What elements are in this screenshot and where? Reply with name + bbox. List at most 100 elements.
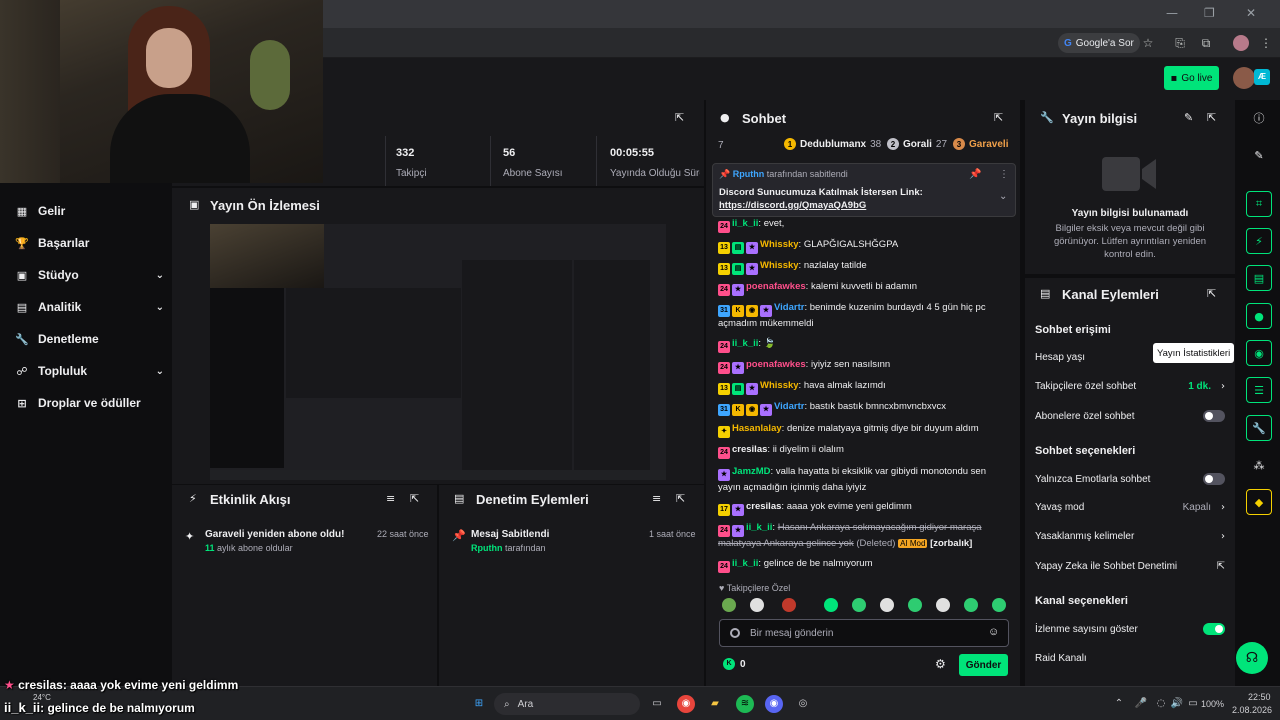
go-live-button[interactable]: ▪ Go live: [1164, 66, 1219, 90]
popout-icon[interactable]: ⇱: [1207, 287, 1216, 300]
emote-icon[interactable]: [880, 598, 894, 612]
emote-icon[interactable]: [824, 598, 838, 612]
rail-document-icon[interactable]: ▤: [1246, 265, 1272, 291]
show-viewers-toggle[interactable]: [1203, 623, 1225, 635]
more-options-icon[interactable]: ⋮: [999, 169, 1009, 180]
extensions-icon[interactable]: ⧉: [1198, 35, 1214, 51]
chat-username[interactable]: Whissky: [760, 380, 799, 391]
chevron-down-icon[interactable]: ⌄: [999, 191, 1007, 202]
leaderboard-entry[interactable]: 2 Gorali 27: [887, 138, 947, 150]
translate-icon[interactable]: ⎘: [1172, 35, 1188, 51]
popout-icon[interactable]: ⇱: [410, 492, 419, 505]
chat-message[interactable]: 13 ▤ ★ Whissky: GLAPĞIGALSHĞGPA: [718, 238, 1008, 254]
task-view-icon[interactable]: ▭: [648, 695, 666, 713]
user-avatar[interactable]: [1233, 67, 1255, 89]
chat-message[interactable]: 31 K ◉ ★ Vidartr: benimde kuzenim burdaydı 4…: [718, 301, 1008, 331]
emote-icon[interactable]: [782, 598, 796, 612]
chat-message[interactable]: 24 ★ ii_k_ii: Hasanı Ankaraya sokmayacağım…: [718, 521, 1008, 551]
sidebar-item-2[interactable]: ▣ Stüdyo ⌄: [14, 264, 164, 286]
rail-broadcast-icon[interactable]: ◉: [1246, 340, 1272, 366]
menu-dots-icon[interactable]: ⋮: [1258, 35, 1274, 51]
chat-message[interactable]: 24 ii_k_ii: evet,: [718, 217, 1008, 233]
edit-pencil-icon[interactable]: ✎: [1184, 111, 1193, 124]
channel-points-icon[interactable]: K: [723, 658, 735, 670]
chat-username[interactable]: Vidartr: [774, 302, 804, 313]
chat-username[interactable]: ii_k_ii: [746, 522, 772, 533]
stream-preview-video[interactable]: [210, 224, 666, 480]
chat-username[interactable]: ii_k_ii: [732, 558, 758, 569]
extension-badge-icon[interactable]: Æ: [1254, 69, 1270, 85]
settings-gear-icon[interactable]: ⚙: [935, 657, 946, 671]
spotify-icon[interactable]: ≋: [736, 695, 754, 713]
sidebar-item-1[interactable]: 🏆 Başarılar: [14, 232, 164, 254]
ai-moderation-row[interactable]: Yapay Zeka ile Sohbet Denetimi ⇱: [1035, 561, 1225, 572]
sidebar-item-6[interactable]: ⊞ Droplar ve ödüller: [14, 392, 164, 414]
emote-only-toggle[interactable]: [1203, 473, 1225, 485]
filter-icon[interactable]: ≡: [386, 492, 395, 505]
tray-chevron-icon[interactable]: ⌃: [1110, 695, 1128, 713]
chat-username[interactable]: poenafawkes: [746, 281, 806, 292]
followers-chat-row[interactable]: Takipçilere özel sohbet 1 dk. ›: [1035, 381, 1225, 392]
chat-input[interactable]: Bir mesaj gönderin ☺: [719, 619, 1009, 647]
help-headset-icon[interactable]: ☊: [1236, 642, 1268, 674]
maximize-button[interactable]: ❐: [1204, 6, 1215, 20]
emote-icon[interactable]: [722, 598, 736, 612]
emote-icon[interactable]: [750, 598, 764, 612]
chat-username[interactable]: Vidartr: [774, 401, 804, 412]
chat-message[interactable]: ✦ Hasanlalay: denize malatyaya gitmiş diy…: [718, 422, 1008, 438]
rail-chat-icon[interactable]: ●: [1246, 303, 1272, 329]
rail-list-icon[interactable]: ☰: [1246, 377, 1272, 403]
pinned-link[interactable]: https://discord.gg/QmayaQA9bG: [719, 200, 866, 211]
chat-message[interactable]: 24 ★ poenafawkes: iyiyiz sen nasılsınn: [718, 358, 1008, 374]
popout-icon[interactable]: ⇱: [676, 492, 685, 505]
emote-icon[interactable]: [992, 598, 1006, 612]
close-window-button[interactable]: ✕: [1246, 6, 1256, 20]
chat-message[interactable]: 24 ★ poenafawkes: kalemi kuvvetli bi adamı…: [718, 280, 1008, 296]
chat-username[interactable]: Hasanlalay: [732, 423, 782, 434]
profile-avatar[interactable]: [1233, 35, 1249, 51]
filter-icon[interactable]: ≡: [652, 492, 661, 505]
volume-icon[interactable]: 🔊: [1168, 695, 1186, 713]
sidebar-item-4[interactable]: 🔧 Denetleme: [14, 328, 164, 350]
rail-community-icon[interactable]: ⁂: [1246, 452, 1272, 478]
chevron-down-icon[interactable]: ⌄: [156, 366, 164, 377]
popout-icon[interactable]: ⇱: [1207, 111, 1216, 124]
chevron-down-icon[interactable]: ⌄: [156, 302, 164, 313]
folder-icon[interactable]: ▰: [706, 695, 724, 713]
chat-message[interactable]: 24 ii_k_ii: 🍃: [718, 337, 1008, 353]
rail-clip-icon[interactable]: ⌗: [1246, 191, 1272, 217]
chat-username[interactable]: cresilas: [746, 501, 781, 512]
chat-message[interactable]: 13 ▤ ★ Whissky: hava almak lazımdı: [718, 379, 1008, 395]
leaderboard-entry[interactable]: 1 Dedublumanx 38: [784, 138, 881, 150]
chat-message[interactable]: 24 cresilas: ii diyelim ii olalım: [718, 443, 1008, 459]
subs-chat-row[interactable]: Abonelere özel sohbet: [1035, 410, 1225, 422]
popout-icon[interactable]: ⇱: [675, 111, 684, 124]
star-icon[interactable]: ☆: [1140, 35, 1156, 51]
minimize-button[interactable]: —: [1166, 6, 1178, 20]
chrome-taskbar-icon[interactable]: ◉: [677, 695, 695, 713]
leaderboard-entry[interactable]: 3 Garaveli: [953, 138, 1012, 150]
chat-username[interactable]: JamzMD: [732, 466, 771, 477]
discord-icon[interactable]: ◉: [765, 695, 783, 713]
sidebar-item-5[interactable]: ☍ Topluluk ⌄: [14, 360, 164, 382]
chat-message[interactable]: 13 ▤ ★ Whissky: nazlalay tatilde: [718, 259, 1008, 275]
emote-icon[interactable]: [964, 598, 978, 612]
chat-message[interactable]: 24 ii_k_ii: gelince de be nalmıyorum: [718, 557, 1008, 573]
chat-username[interactable]: cresilas: [732, 444, 767, 455]
chat-message[interactable]: ★ JamzMD: valla hayatta bi eksiklik var g…: [718, 465, 1008, 495]
chat-username[interactable]: Whissky: [760, 239, 799, 250]
chat-username[interactable]: poenafawkes: [746, 359, 806, 370]
taskbar-search[interactable]: ⌕ Ara: [494, 693, 640, 715]
chat-username[interactable]: ii_k_ii: [732, 218, 758, 229]
battery-icon[interactable]: ▭: [1186, 695, 1200, 713]
sidebar-item-3[interactable]: ▤ Analitik ⌄: [14, 296, 164, 318]
popout-icon[interactable]: ⇱: [994, 111, 1003, 124]
pin-icon[interactable]: 📌: [969, 169, 981, 180]
chat-username[interactable]: Whissky: [760, 260, 799, 271]
banned-words-row[interactable]: Yasaklanmış kelimeler ›: [1035, 531, 1225, 542]
emote-only-row[interactable]: Yalnızca Emotlarla sohbet: [1035, 473, 1225, 485]
edit-pencil-icon[interactable]: ✎: [1246, 142, 1272, 168]
info-icon[interactable]: ⓘ: [1246, 105, 1272, 131]
rail-diamond-icon[interactable]: ◆: [1246, 489, 1272, 515]
pinned-message[interactable]: 📌 Rputhn tarafından sabitlendi 📌 ⋮ Disco…: [712, 163, 1016, 217]
